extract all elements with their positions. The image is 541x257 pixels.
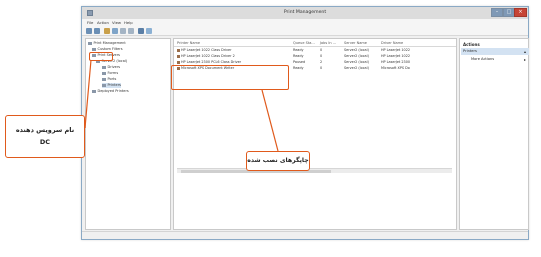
- jobs-cell: 0: [320, 54, 323, 58]
- printer-name: HP LaserJet 2300 PCL6 Class Driver: [181, 60, 242, 64]
- actions-section-printers[interactable]: Printers ▴: [461, 48, 529, 55]
- title-bar: Print Management – □ ×: [82, 7, 528, 19]
- port-icon: [102, 77, 106, 81]
- window-title: Print Management: [283, 10, 327, 15]
- horizontal-scrollbar[interactable]: [177, 168, 452, 173]
- printer-icon: [177, 60, 180, 64]
- server-name-cell: Server2 (local): [344, 66, 369, 70]
- close-button[interactable]: ×: [514, 8, 527, 17]
- menu-file[interactable]: File: [87, 20, 93, 26]
- driver-name-cell: HP LaserJet 1022: [381, 54, 411, 58]
- tree-item-label: Ports: [107, 77, 117, 81]
- more-actions-item[interactable]: More Actions ▸: [461, 56, 529, 63]
- tree-item-label: Printers: [107, 83, 121, 87]
- printer-icon: [177, 48, 180, 52]
- queue-status-cell: Paused: [293, 60, 306, 64]
- toolbar: [82, 27, 528, 36]
- column-header-jobs[interactable]: Jobs In ...: [320, 41, 336, 45]
- printer-icon: [177, 54, 180, 58]
- form-icon: [102, 71, 106, 75]
- printer-name-cell: HP LaserJet 1022 Class Driver: [177, 48, 291, 53]
- column-header-driver-name[interactable]: Driver Name: [381, 41, 403, 45]
- folder-icon[interactable]: [104, 28, 110, 34]
- tree-item-deployed-printers[interactable]: Deployed Printers: [92, 89, 129, 94]
- jobs-cell: 0: [320, 66, 323, 70]
- export-icon[interactable]: [128, 28, 134, 34]
- tree-item-drivers[interactable]: Drivers: [102, 65, 120, 70]
- filter-icon: [92, 47, 96, 51]
- queue-status-cell: Ready: [293, 48, 304, 52]
- server-name-cell: Server2 (local): [344, 60, 369, 64]
- minimize-button[interactable]: –: [491, 8, 503, 17]
- driver-name-cell: Microsoft XPS Do: [381, 66, 410, 70]
- printer-icon: [88, 41, 92, 45]
- tree-item-label: Print Management: [93, 41, 126, 45]
- server-callout-subtext: DC: [39, 138, 51, 146]
- printer-name: HP LaserJet 1022 Class Driver: [181, 48, 232, 52]
- tree-item-printers[interactable]: Printers: [102, 83, 121, 88]
- actions-section-label: Printers: [463, 49, 477, 53]
- driver-icon: [102, 65, 106, 69]
- queue-status-cell: Ready: [293, 54, 304, 58]
- server-name-cell: Server2 (local): [344, 48, 369, 52]
- tree-item-ports[interactable]: Ports: [102, 77, 116, 82]
- tree-item-label: Custom Filters: [97, 47, 123, 51]
- tree-item-label: Deployed Printers: [97, 89, 129, 93]
- tree-item-label: Forms: [107, 71, 119, 75]
- more-actions-label: More Actions: [471, 57, 495, 61]
- menu-bar: File Action View Help: [82, 19, 528, 27]
- printer-icon: [102, 83, 106, 87]
- header-divider: [174, 46, 456, 47]
- tree-item-print-management[interactable]: Print Management: [88, 41, 126, 46]
- driver-name-cell: HP LaserJet 1022: [381, 48, 411, 52]
- menu-view[interactable]: View: [112, 20, 121, 26]
- column-header-server-name[interactable]: Server Name: [344, 41, 367, 45]
- back-icon[interactable]: [86, 28, 92, 34]
- server-highlight-box: [89, 52, 113, 61]
- printers-callout-text: چاپگرهای نصب شده: [247, 157, 309, 164]
- server-name-callout: نام سرویس دهنده DC: [5, 115, 85, 158]
- column-header-queue-status[interactable]: Queue Sta...: [293, 41, 315, 45]
- server-name-cell: Server2 (local): [344, 54, 369, 58]
- installed-printers-callout: چاپگرهای نصب شده: [246, 151, 310, 171]
- printer-name-cell: HP LaserJet 1022 Class Driver 2: [177, 54, 291, 59]
- submenu-arrow-icon: ▸: [523, 57, 526, 62]
- status-bar: [82, 231, 528, 239]
- driver-name-cell: HP LaserJet 2300: [381, 60, 411, 64]
- menu-action[interactable]: Action: [97, 20, 109, 26]
- queue-status-cell: Ready: [293, 66, 304, 70]
- properties-icon[interactable]: [146, 28, 152, 34]
- printer-name: HP LaserJet 1022 Class Driver 2: [181, 54, 235, 58]
- help-icon[interactable]: [138, 28, 144, 34]
- refresh-icon[interactable]: [120, 28, 126, 34]
- forward-icon[interactable]: [94, 28, 100, 34]
- menu-help[interactable]: Help: [124, 20, 133, 26]
- actions-pane: Actions Printers ▴ More Actions ▸: [459, 38, 529, 230]
- console-tree-icon[interactable]: [112, 28, 118, 34]
- tree-item-forms[interactable]: Forms: [102, 71, 118, 76]
- tree-item-label: Drivers: [107, 65, 121, 69]
- actions-header: Actions: [463, 42, 480, 47]
- collapse-arrow-icon[interactable]: ▴: [524, 48, 526, 55]
- printer-icon: [92, 89, 96, 93]
- jobs-cell: 0: [320, 48, 323, 52]
- console-tree: Print Management Custom Filters Print Se…: [85, 38, 171, 230]
- jobs-cell: 2: [320, 60, 323, 64]
- server-callout-text: نام سرویس دهنده: [15, 126, 75, 134]
- print-management-window: Print Management – □ × File Action View …: [81, 6, 529, 240]
- column-header-printer-name[interactable]: Printer Name: [177, 41, 200, 45]
- printers-highlight-box: [171, 65, 289, 90]
